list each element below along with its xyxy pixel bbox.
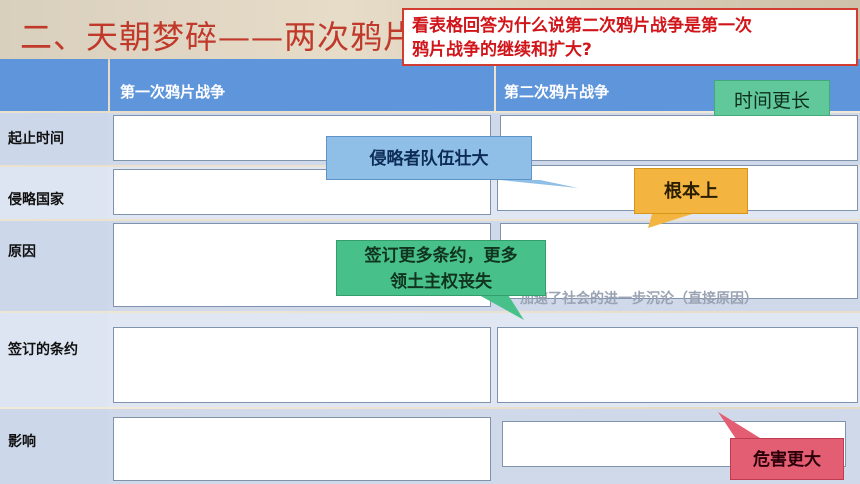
cell-first-treaties[interactable] <box>113 327 491 403</box>
callout-invaders-bigger: 侵略者队伍壮大 <box>326 136 532 180</box>
question-line-2: 鸦片战争的继续和扩大? <box>412 40 592 60</box>
row-label-time: 起止时间 <box>0 113 108 165</box>
page-title: 二、天朝梦碎——两次鸦片 <box>20 18 417 56</box>
row-label-countries: 侵略国家 <box>0 167 108 219</box>
question-box: 看表格回答为什么说第二次鸦片战争是第一次 鸦片战争的继续和扩大? <box>402 8 858 66</box>
header-second-war-label: 第二次鸦片战争 <box>504 83 610 101</box>
header-corner-cell <box>0 59 108 111</box>
callout-more-treaties-line-2: 领土主权丧失 <box>390 272 492 292</box>
faint-cause-text: 加速了社会的进一步沉沦（直接原因） <box>520 291 758 307</box>
callout-greater-harm: 危害更大 <box>730 438 844 480</box>
callout-more-treaties-line-1: 签订更多条约，更多 <box>364 246 518 266</box>
row-label-treaties: 签订的条约 <box>0 313 108 407</box>
cell-second-time[interactable] <box>500 115 858 161</box>
row-label-cause: 原因 <box>0 221 108 311</box>
question-line-1: 看表格回答为什么说第二次鸦片战争是第一次 <box>412 16 752 36</box>
header-first-war: 第一次鸦片战争 <box>110 59 494 111</box>
callout-time-longer: 时间更长 <box>714 80 830 116</box>
row-label-impact: 影响 <box>0 409 108 484</box>
callout-fundamentally: 根本上 <box>634 168 748 214</box>
header-first-war-label: 第一次鸦片战争 <box>120 83 226 101</box>
cell-first-impact[interactable] <box>113 417 491 481</box>
cell-second-treaties[interactable] <box>497 327 858 403</box>
callout-more-treaties: 签订更多条约，更多 领土主权丧失 <box>336 240 546 296</box>
